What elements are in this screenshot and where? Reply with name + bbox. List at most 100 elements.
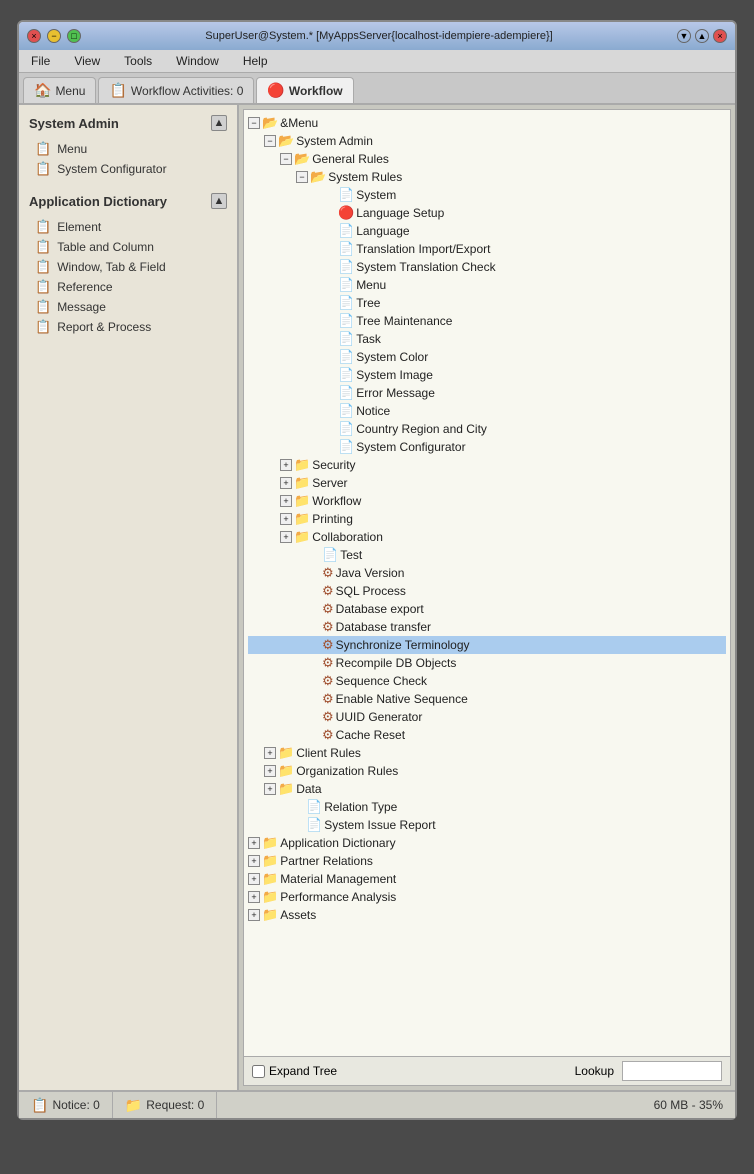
lookup-input[interactable] [622,1061,722,1081]
sidebar-collapse-system-admin[interactable]: ▲ [211,115,227,131]
tree-item-system-rules[interactable]: − 📂 System Rules [248,168,726,186]
tree-item-server[interactable]: + 📁 Server [248,474,726,492]
tree-item-organization-rules[interactable]: + 📁 Organization Rules [248,762,726,780]
menu-bar: File View Tools Window Help [19,50,735,73]
tree-item-assets[interactable]: + 📁 Assets [248,906,726,924]
tree-item-enable-native-sequence[interactable]: ⚙ Enable Native Sequence [248,690,726,708]
tree-item-tree-maintenance[interactable]: 📄 Tree Maintenance [248,312,726,330]
minimize-button[interactable]: − [47,29,61,43]
expander-assets[interactable]: + [248,909,260,921]
tree-item-performance-analysis[interactable]: + 📁 Performance Analysis [248,888,726,906]
tree-item-database-export[interactable]: ⚙ Database export [248,600,726,618]
tree-item-recompile-db-objects[interactable]: ⚙ Recompile DB Objects [248,654,726,672]
menu-help[interactable]: Help [239,52,272,70]
extra-btn-2[interactable]: ▲ [695,29,709,43]
tree-item-system[interactable]: 📄 System [248,186,726,204]
tree-item-security[interactable]: + 📁 Security [248,456,726,474]
tree-item-application-dictionary-root[interactable]: + 📁 Application Dictionary [248,834,726,852]
tree-item-sequence-check[interactable]: ⚙ Sequence Check [248,672,726,690]
tab-workflow-activities[interactable]: 📋 Workflow Activities: 0 [98,77,254,103]
tree-scroll[interactable]: − 📂 &Menu − 📂 System Admin − 📂 General R… [244,110,730,1056]
tree-item-test[interactable]: 📄 Test [248,546,726,564]
sidebar-item-message[interactable]: 📋 Message [27,297,229,317]
tab-workflow[interactable]: 🔴 Workflow [256,77,353,103]
doc-icon-translation: 📄 [338,241,354,257]
extra-btn-1[interactable]: ▼ [677,29,691,43]
sidebar-item-window-tab-field[interactable]: 📋 Window, Tab & Field [27,257,229,277]
tree-item-system-image[interactable]: 📄 System Image [248,366,726,384]
expander-server[interactable]: + [280,477,292,489]
extra-close-button[interactable]: × [713,29,727,43]
tree-item-collaboration[interactable]: + 📁 Collaboration [248,528,726,546]
expand-tree-checkbox[interactable] [252,1065,265,1078]
tree-item-system-configurator-tree[interactable]: 📄 System Configurator [248,438,726,456]
tree-label-language-setup: Language Setup [356,206,444,220]
tree-item-partner-relations[interactable]: + 📁 Partner Relations [248,852,726,870]
close-button[interactable]: × [27,29,41,43]
tree-item-general-rules[interactable]: − 📂 General Rules [248,150,726,168]
expander-security[interactable]: + [280,459,292,471]
expander-synchronize-terminology [308,639,320,651]
tree-item-country-region-city[interactable]: 📄 Country Region and City [248,420,726,438]
request-label: Request: 0 [146,1098,204,1112]
sidebar-item-menu[interactable]: 📋 Menu [27,139,229,159]
tree-item-java-version[interactable]: ⚙ Java Version [248,564,726,582]
expander-performance-analysis[interactable]: + [248,891,260,903]
sidebar-item-reference[interactable]: 📋 Reference [27,277,229,297]
tree-label-task: Task [356,332,381,346]
tree-item-database-transfer[interactable]: ⚙ Database transfer [248,618,726,636]
expander-menu-root[interactable]: − [248,117,260,129]
tree-item-system-admin[interactable]: − 📂 System Admin [248,132,726,150]
expander-workflow[interactable]: + [280,495,292,507]
menu-view[interactable]: View [70,52,104,70]
tree-item-menu-root[interactable]: − 📂 &Menu [248,114,726,132]
expander-system-rules[interactable]: − [296,171,308,183]
expand-tree-label: Expand Tree [269,1064,337,1078]
sidebar-item-element[interactable]: 📋 Element [27,217,229,237]
tree-item-error-message[interactable]: 📄 Error Message [248,384,726,402]
restore-button[interactable]: □ [67,29,81,43]
tab-menu[interactable]: 🏠 Menu [23,77,96,103]
tree-item-task[interactable]: 📄 Task [248,330,726,348]
tree-item-translation-import-export[interactable]: 📄 Translation Import/Export [248,240,726,258]
sidebar-item-table-and-column[interactable]: 📋 Table and Column [27,237,229,257]
tree-item-language[interactable]: 📄 Language [248,222,726,240]
tree-item-workflow[interactable]: + 📁 Workflow [248,492,726,510]
tree-item-system-translation-check[interactable]: 📄 System Translation Check [248,258,726,276]
menu-tools[interactable]: Tools [120,52,156,70]
tree-item-system-color[interactable]: 📄 System Color [248,348,726,366]
sidebar-item-report-and-process[interactable]: 📋 Report & Process [27,317,229,337]
tree-item-tree[interactable]: 📄 Tree [248,294,726,312]
tree-item-menu[interactable]: 📄 Menu [248,276,726,294]
tree-item-language-setup[interactable]: 🔴 Language Setup [248,204,726,222]
expander-client-rules[interactable]: + [264,747,276,759]
expander-data[interactable]: + [264,783,276,795]
tree-item-client-rules[interactable]: + 📁 Client Rules [248,744,726,762]
expander-material-management[interactable]: + [248,873,260,885]
expander-organization-rules[interactable]: + [264,765,276,777]
menu-file[interactable]: File [27,52,54,70]
tree-item-notice[interactable]: 📄 Notice [248,402,726,420]
tree-item-sql-process[interactable]: ⚙ SQL Process [248,582,726,600]
expander-general-rules[interactable]: − [280,153,292,165]
folder-icon-server: 📁 [294,475,310,491]
tree-label-menu: Menu [356,278,386,292]
tree-item-data[interactable]: + 📁 Data [248,780,726,798]
sidebar-collapse-application-dictionary[interactable]: ▲ [211,193,227,209]
menu-window[interactable]: Window [172,52,223,70]
tree-label-system-image: System Image [356,368,433,382]
tree-item-material-management[interactable]: + 📁 Material Management [248,870,726,888]
tree-item-printing[interactable]: + 📁 Printing [248,510,726,528]
tree-item-synchronize-terminology[interactable]: ⚙ Synchronize Terminology [248,636,726,654]
tree-item-uuid-generator[interactable]: ⚙ UUID Generator [248,708,726,726]
expander-collaboration[interactable]: + [280,531,292,543]
expander-partner-relations[interactable]: + [248,855,260,867]
expander-application-dictionary-root[interactable]: + [248,837,260,849]
doc-icon-sys-config: 📄 [338,439,354,455]
tree-item-cache-reset[interactable]: ⚙ Cache Reset [248,726,726,744]
expander-system-admin[interactable]: − [264,135,276,147]
sidebar-item-system-configurator[interactable]: 📋 System Configurator [27,159,229,179]
expander-printing[interactable]: + [280,513,292,525]
tree-item-relation-type[interactable]: 📄 Relation Type [248,798,726,816]
tree-item-system-issue-report[interactable]: 📄 System Issue Report [248,816,726,834]
